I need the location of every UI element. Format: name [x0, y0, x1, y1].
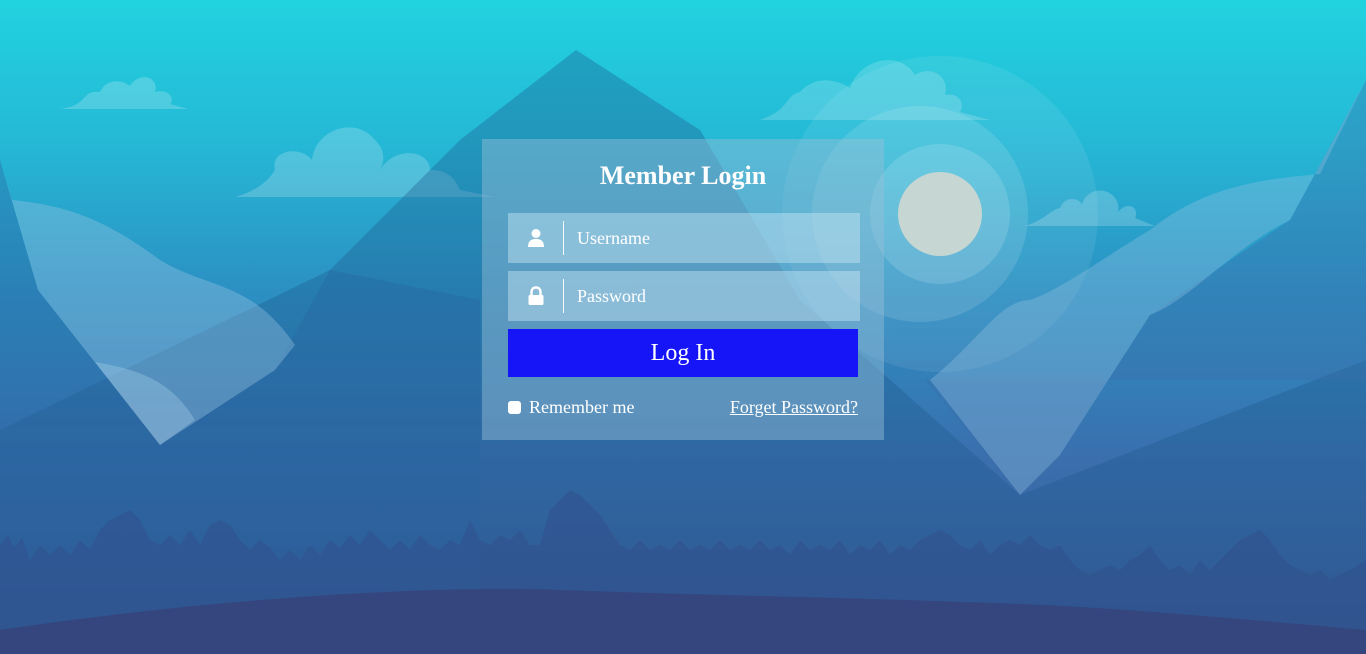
cloud-small-left [60, 77, 188, 109]
password-input[interactable] [564, 271, 860, 321]
password-field-group [508, 271, 860, 321]
moon [898, 172, 982, 256]
login-button[interactable]: Log In [508, 329, 858, 377]
username-field-group [508, 213, 860, 263]
remember-checkbox[interactable] [508, 400, 521, 414]
username-input[interactable] [564, 213, 860, 263]
lock-icon [508, 279, 564, 313]
forgot-password-link[interactable]: Forget Password? [730, 397, 858, 418]
user-icon [508, 221, 564, 255]
login-page: Member Login Log In R [0, 0, 1366, 654]
remember-label: Remember me [529, 396, 635, 417]
remember-me[interactable]: Remember me [508, 397, 634, 418]
login-title: Member Login [599, 161, 767, 190]
login-card: Member Login Log In R [482, 139, 884, 440]
login-options: Remember me Forget Password? [508, 395, 858, 419]
